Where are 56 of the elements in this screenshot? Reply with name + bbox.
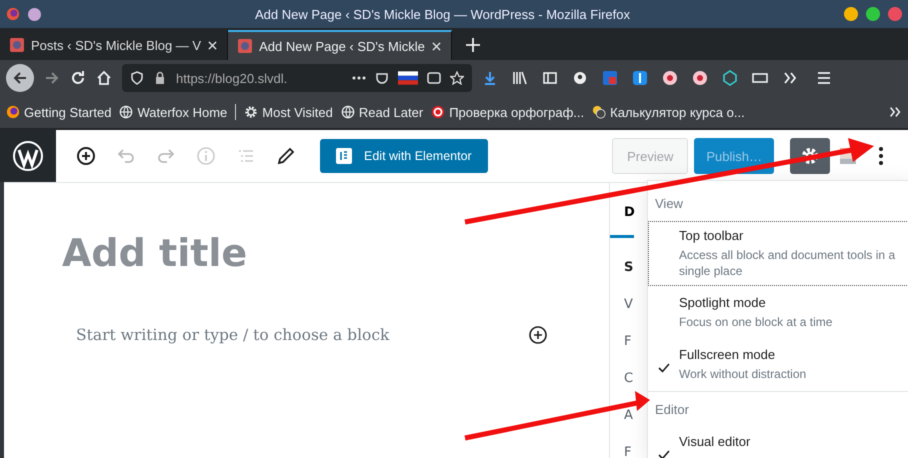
lock-icon[interactable] [153, 71, 167, 85]
shield-icon[interactable] [130, 71, 144, 85]
favicon-icon [10, 38, 24, 52]
new-tab-icon[interactable] [466, 38, 480, 52]
forward-icon[interactable] [44, 70, 60, 86]
close-icon[interactable] [208, 40, 218, 50]
bookmark-item[interactable]: Waterfox Home [119, 104, 228, 120]
sidebar-tab[interactable]: D [610, 183, 634, 238]
more-bookmarks-icon[interactable] [888, 105, 902, 119]
menu-item[interactable]: Top toolbar Access all block and document tools in a single place [648, 221, 908, 286]
flag-icon[interactable] [398, 71, 418, 85]
firefox-icon [6, 105, 20, 119]
menu-section-heading: View [654, 196, 684, 211]
pencil-icon[interactable] [276, 146, 296, 166]
firefox-icon [6, 7, 20, 21]
reload-icon[interactable] [70, 70, 86, 86]
gear-icon [800, 146, 820, 166]
menu-item[interactable]: Spotlight mode Focus on one block at a time [648, 288, 908, 338]
close-button[interactable] [888, 7, 902, 21]
globe-icon [119, 105, 134, 119]
home-icon[interactable] [96, 70, 112, 86]
coins-icon [592, 105, 606, 119]
gear-icon [244, 105, 258, 119]
bookmark-item[interactable]: Калькулятор курса о... [592, 104, 745, 120]
block-placeholder[interactable]: Start writing or type / to choose a block [76, 326, 528, 344]
maximize-button[interactable] [866, 7, 880, 21]
elementor-icon [336, 148, 352, 164]
menu-item[interactable]: Visual editor [648, 426, 908, 458]
window-menu-icon[interactable] [28, 8, 41, 20]
back-button[interactable] [6, 64, 34, 92]
extension-icons[interactable] [482, 70, 798, 86]
back-arrow-icon [12, 70, 28, 86]
bookmark-item[interactable]: Getting Started [6, 104, 112, 120]
window-title: Add New Page ‹ SD's Mickle Blog — WordPress - Mozilla Firefox [254, 6, 632, 22]
add-block-icon[interactable] [76, 146, 96, 166]
bookmark-separator [235, 104, 236, 120]
menu-icon[interactable] [816, 70, 832, 86]
close-icon[interactable] [432, 42, 441, 50]
edit-with-elementor-button[interactable]: Edit with Elementor [320, 139, 488, 173]
menu-section-heading: Editor [654, 402, 690, 417]
url-field[interactable]: https://blog20.slvdl. [122, 64, 472, 92]
copyright-icon [431, 105, 446, 119]
bookmark-item[interactable]: Read Later [340, 104, 424, 120]
menu-item[interactable]: Fullscreen mode Work without distraction [648, 340, 908, 389]
reader-view-icon[interactable] [427, 71, 441, 85]
globe-icon [340, 105, 355, 119]
add-block-icon[interactable] [528, 325, 548, 345]
more-options-icon[interactable] [878, 146, 884, 166]
wordpress-logo[interactable] [0, 130, 56, 182]
favicon-icon [238, 39, 252, 53]
pocket-icon[interactable] [375, 71, 389, 85]
star-icon[interactable] [450, 71, 464, 85]
minimize-button[interactable] [844, 7, 858, 21]
bookmark-item[interactable]: Most Visited [244, 104, 333, 120]
browser-tab[interactable]: Add New Page ‹ SD's Mickle [228, 30, 452, 60]
bookmark-item[interactable]: Проверка орфограф... [431, 104, 584, 120]
